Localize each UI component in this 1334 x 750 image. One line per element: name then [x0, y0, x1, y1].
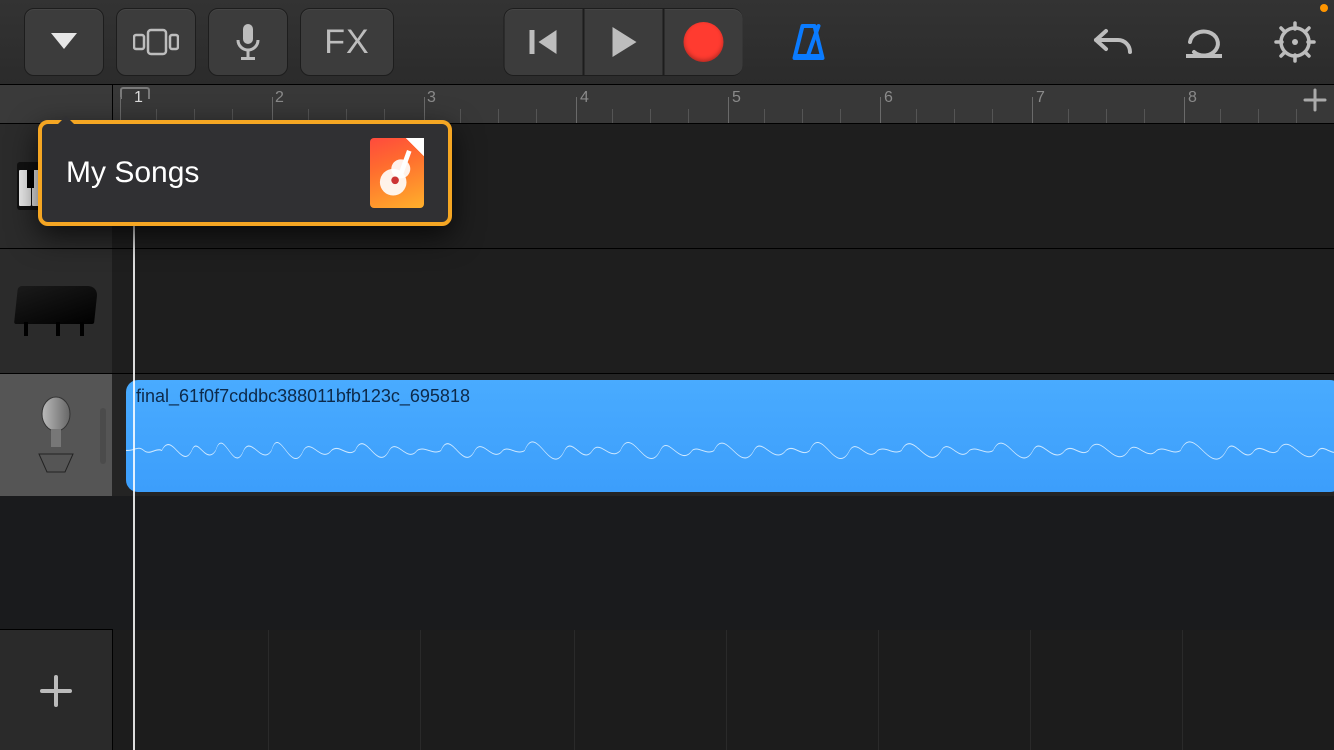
audio-region-name: final_61f0f7cddbc388011bfb123c_695818	[136, 386, 470, 407]
mic-toggle-button[interactable]	[208, 8, 288, 76]
fx-button[interactable]: FX	[300, 8, 394, 76]
bar-number: 1	[134, 89, 143, 107]
bar-number: 6	[884, 89, 893, 107]
microphone-icon	[234, 22, 262, 62]
loop-icon	[1184, 24, 1224, 60]
go-to-start-button[interactable]	[504, 8, 584, 76]
bar-number: 8	[1188, 89, 1197, 107]
grand-piano-icon	[16, 286, 96, 336]
record-icon	[684, 22, 724, 62]
skip-back-icon	[527, 27, 561, 57]
tracks-icon	[133, 28, 179, 56]
my-songs-popover[interactable]: My Songs	[38, 120, 452, 226]
plus-icon	[36, 671, 76, 711]
add-track-button[interactable]	[0, 629, 113, 750]
loop-browser-button[interactable]	[1184, 24, 1224, 60]
waveform-icon	[126, 414, 1334, 486]
notification-dot-icon	[1320, 4, 1328, 12]
bar-number: 5	[732, 89, 741, 107]
gear-icon	[1274, 21, 1316, 63]
track-header[interactable]	[0, 249, 113, 373]
tracks-view-button[interactable]	[116, 8, 196, 76]
empty-track-area[interactable]	[0, 496, 1334, 630]
track-row[interactable]	[0, 249, 1334, 374]
track-resize-handle[interactable]	[100, 408, 106, 464]
undo-icon	[1092, 25, 1134, 59]
audio-region[interactable]: final_61f0f7cddbc388011bfb123c_695818	[126, 380, 1334, 492]
undo-button[interactable]	[1092, 25, 1134, 59]
navigate-button[interactable]	[24, 8, 104, 76]
track-row[interactable]: final_61f0f7cddbc388011bfb123c_695818	[0, 374, 1334, 499]
record-button[interactable]	[664, 8, 743, 76]
popover-title: My Songs	[66, 156, 199, 190]
track-lane[interactable]	[112, 249, 1334, 373]
play-button[interactable]	[584, 8, 664, 76]
add-section-button[interactable]	[1302, 87, 1328, 120]
timeline-ruler[interactable]: 1 2 3 4 5 6 7 8	[0, 85, 1334, 124]
bar-number: 3	[427, 89, 436, 107]
main-toolbar: FX	[0, 0, 1334, 85]
metronome-icon	[787, 20, 831, 64]
metronome-button[interactable]	[787, 20, 831, 64]
bar-number: 7	[1036, 89, 1045, 107]
toolbar-right-group	[1092, 21, 1316, 63]
plus-icon	[1302, 87, 1328, 113]
settings-button[interactable]	[1274, 21, 1316, 63]
transport-controls	[504, 8, 831, 76]
caret-down-icon	[49, 31, 79, 53]
studio-mic-icon	[29, 396, 83, 476]
fx-label: FX	[324, 23, 369, 62]
garageband-document-icon	[370, 138, 424, 208]
track-lane[interactable]: final_61f0f7cddbc388011bfb123c_695818	[112, 374, 1334, 498]
bar-number: 4	[580, 89, 589, 107]
track-header[interactable]	[0, 374, 113, 498]
play-icon	[609, 25, 639, 59]
bar-number: 2	[275, 89, 284, 107]
